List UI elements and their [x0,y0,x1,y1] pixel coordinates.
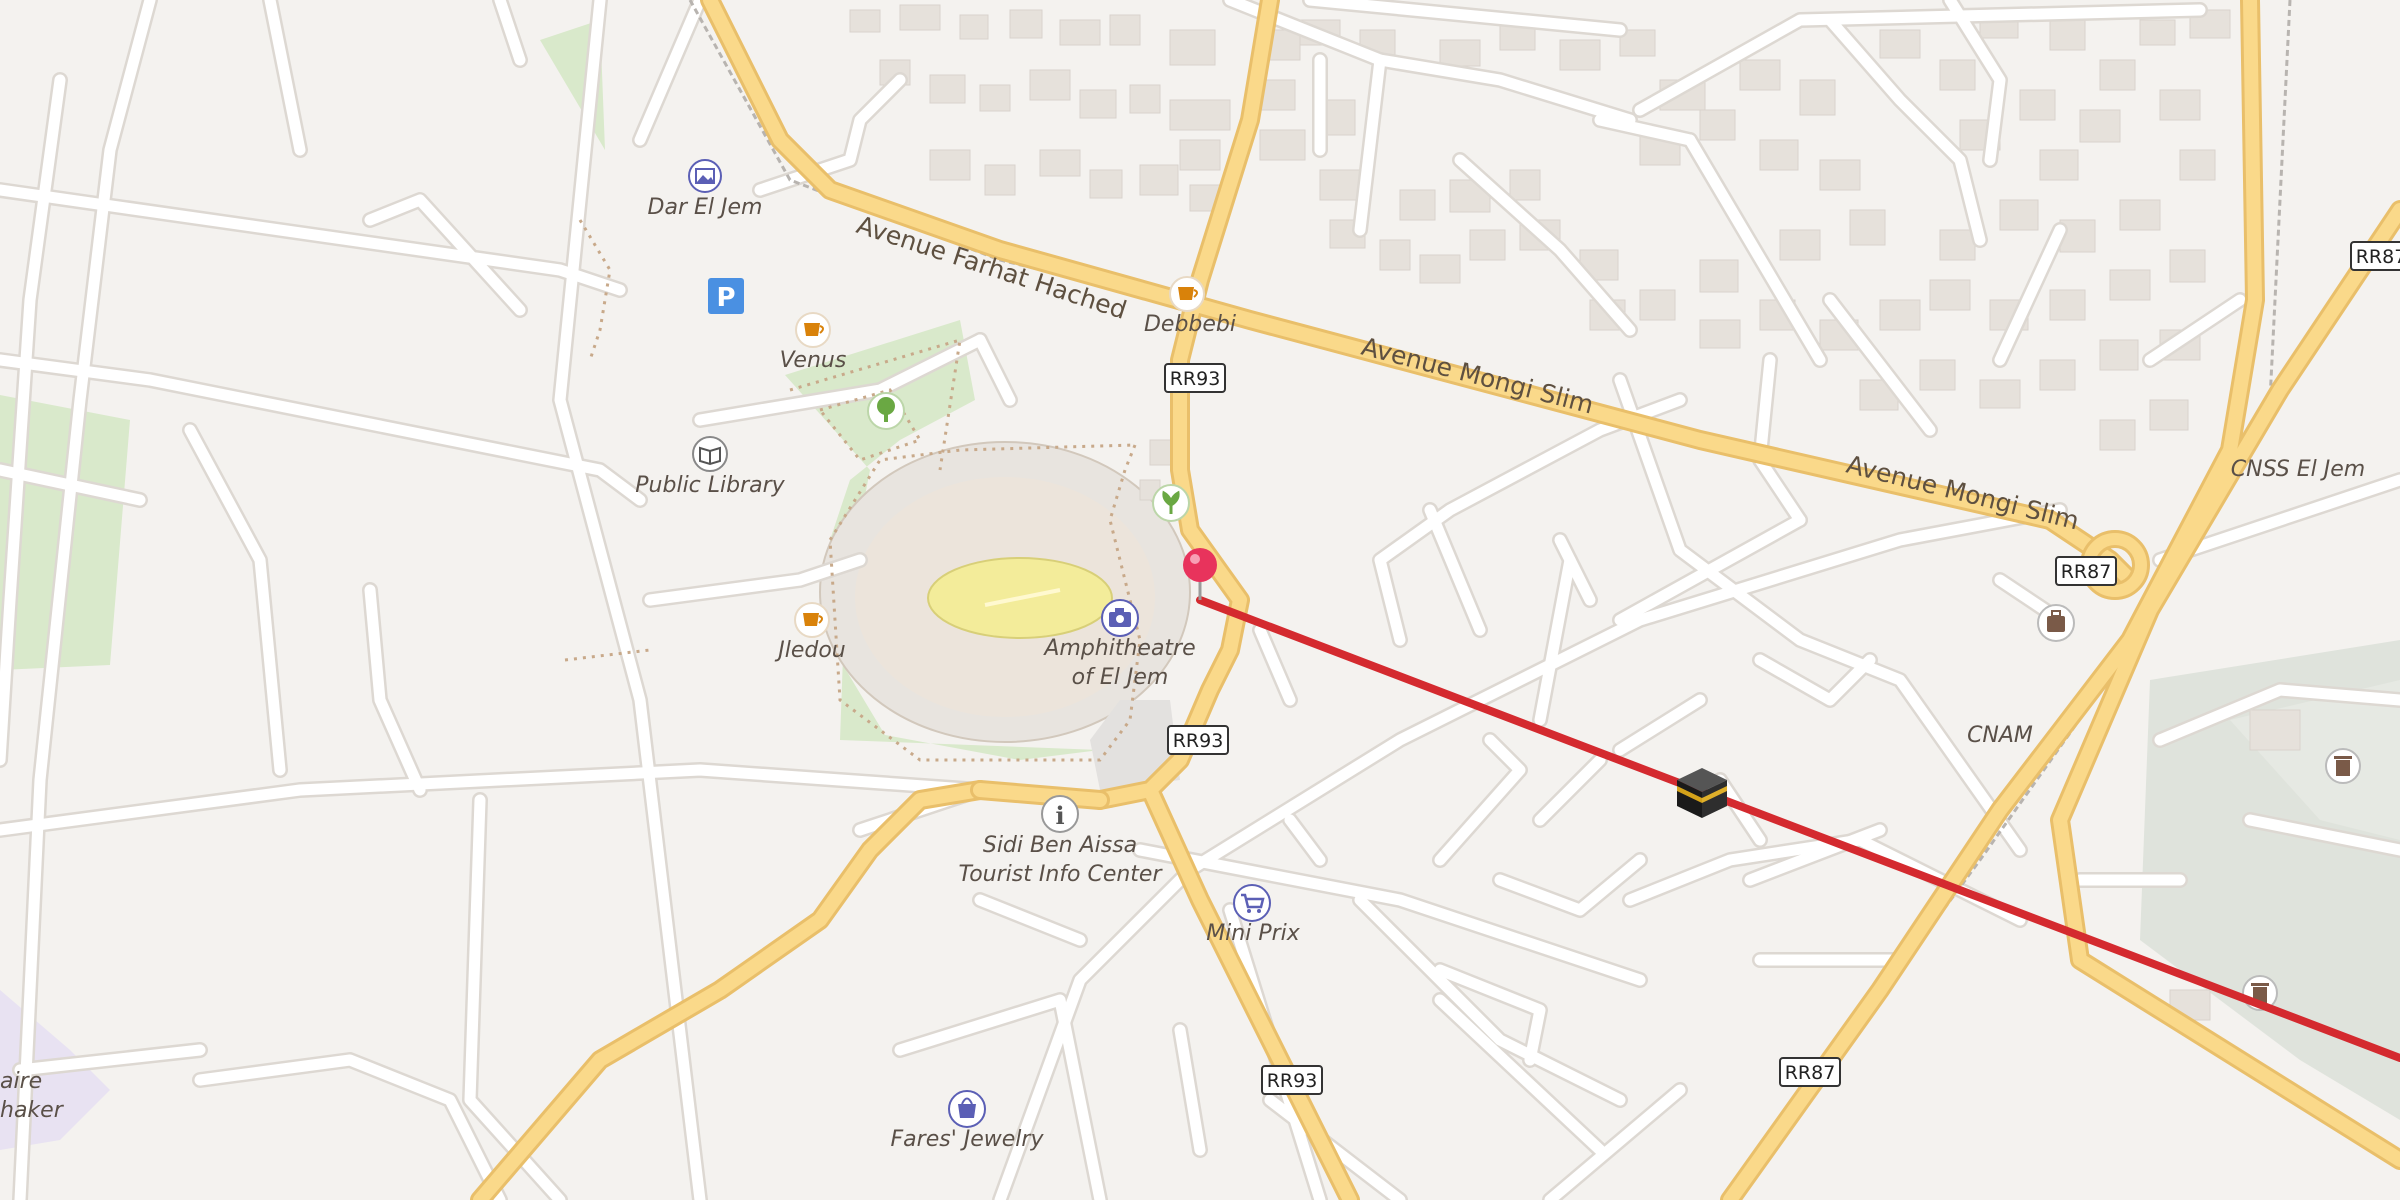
waste-bin-icon-1 [2325,748,2361,784]
svg-text:RR87: RR87 [2356,246,2400,268]
place-label-cnam: CNAM [1967,723,2033,748]
place-label-amphitheatre-line1: Amphitheatre [1042,636,1195,661]
luggage-icon[interactable] [2037,604,2075,642]
tree-icon [867,392,905,430]
cafe-icon-venus[interactable] [795,312,831,348]
place-label-fares-jewelry: Fares' Jewelry [891,1127,1045,1152]
garden-icon[interactable] [1152,484,1190,522]
place-label-public-library: Public Library [635,473,785,498]
parking-icon[interactable]: P [708,278,744,314]
route-shield-rr93-a: RR93 [1164,363,1226,393]
shopping-bag-icon[interactable] [948,1090,986,1128]
cafe-icon-debbebi[interactable] [1169,276,1205,312]
place-label-cut-line1: aire [0,1069,42,1094]
svg-text:P: P [716,283,735,313]
svg-text:RR93: RR93 [1173,730,1224,752]
svg-text:RR93: RR93 [1267,1070,1318,1092]
route-shield-rr93-c: RR93 [1261,1065,1323,1095]
cart-icon[interactable] [1233,884,1271,922]
cafe-icon-jledou[interactable] [794,602,830,638]
route-shield-rr87-c: RR87 [1779,1057,1841,1087]
place-label-tourist-line2: Tourist Info Center [958,862,1163,887]
place-label-mini-prix: Mini Prix [1206,921,1301,946]
svg-text:RR87: RR87 [2061,561,2112,583]
place-label-cnss: CNSS El Jem [2231,457,2365,482]
place-label-cut-line2: haker [0,1098,65,1123]
svg-text:RR87: RR87 [1785,1062,1836,1084]
place-label-dar-el-jem: Dar El Jem [648,195,763,220]
place-label-debbebi: Debbebi [1144,312,1236,337]
svg-text:RR93: RR93 [1170,368,1221,390]
svg-text:i: i [1055,801,1064,830]
map-canvas[interactable]: Avenue Farhat Hached Avenue Mongi Slim A… [0,0,2400,1200]
camera-icon[interactable] [1101,599,1139,637]
gallery-icon[interactable] [688,159,722,193]
route-shield-rr87-a: RR87 [2055,556,2117,586]
place-label-venus: Venus [780,348,847,373]
place-label-tourist-line1: Sidi Ben Aissa [983,833,1137,858]
route-shield-rr87-b: RR87 [2350,241,2400,271]
place-label-jledou: Jledou [774,638,846,663]
info-icon[interactable]: i [1041,795,1079,833]
library-icon[interactable] [692,436,728,472]
place-label-amphitheatre-line2: of El Jem [1072,665,1169,690]
route-shield-rr93-b: RR93 [1167,725,1229,755]
